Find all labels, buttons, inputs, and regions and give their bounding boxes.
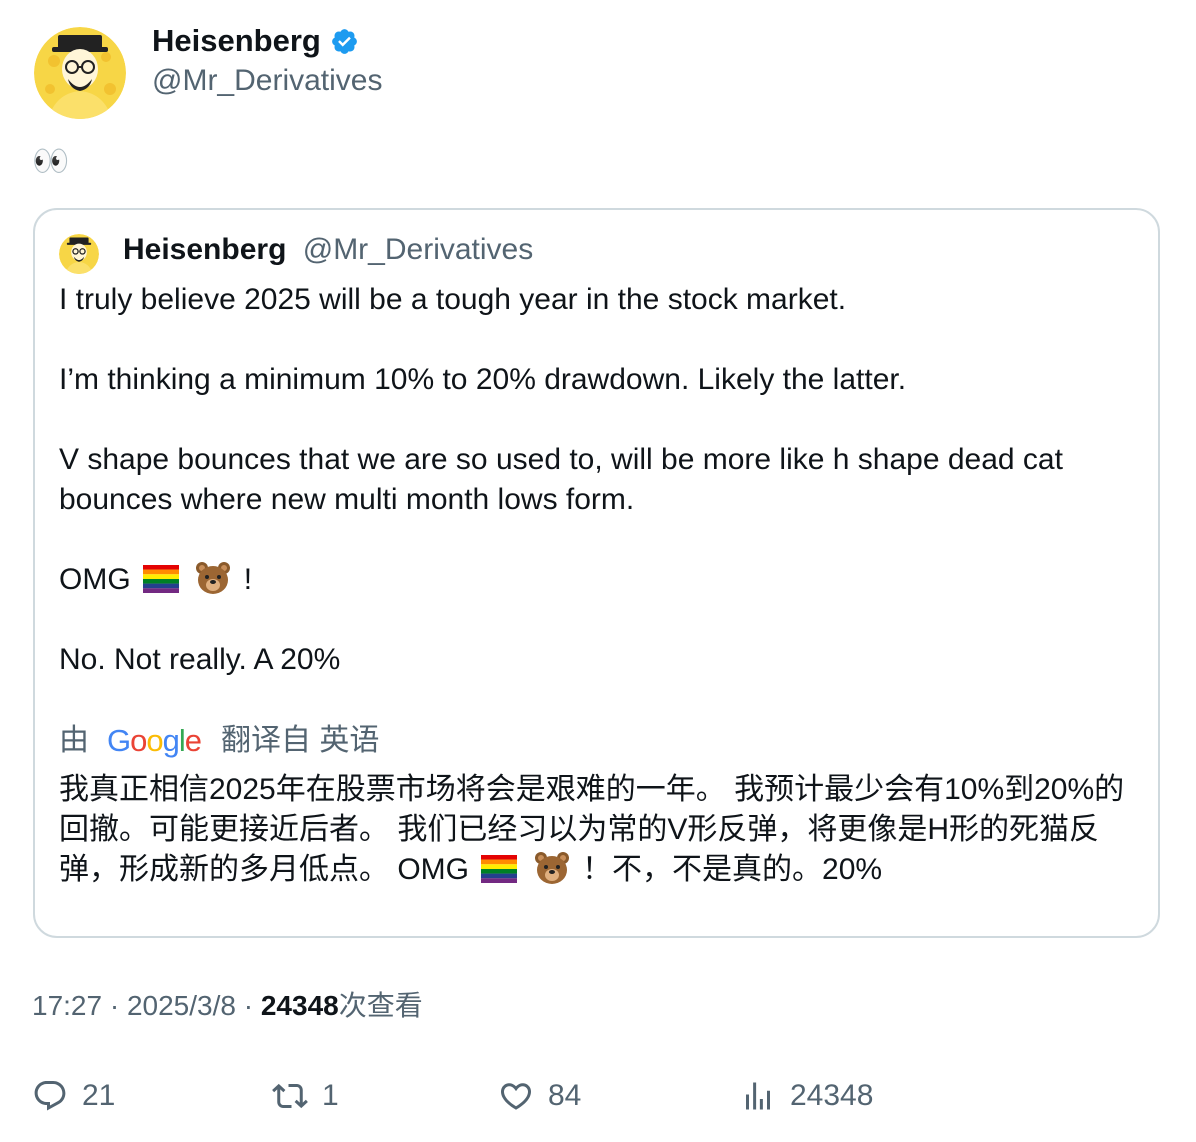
retweet-button[interactable]: 1 bbox=[272, 1072, 339, 1120]
meta-separator: · bbox=[109, 990, 120, 1021]
omg-text: OMG bbox=[59, 563, 131, 596]
reply-count: 21 bbox=[82, 1079, 116, 1112]
heisenberg-avatar-image bbox=[59, 234, 99, 274]
google-logo-icon: Google bbox=[107, 723, 202, 758]
verified-badge-icon bbox=[331, 28, 357, 54]
translation-attribution[interactable]: 由 Google 翻译自 英语 bbox=[59, 721, 379, 761]
rainbow-flag-icon bbox=[481, 855, 518, 883]
tweet-date[interactable]: 2025/3/8 bbox=[127, 990, 236, 1021]
author-handle[interactable]: @Mr_Derivatives bbox=[152, 62, 383, 100]
quoted-paragraph-omg: OMG ! bbox=[59, 560, 1144, 600]
quoted-paragraph: No. Not really. A 20% bbox=[59, 643, 341, 676]
translation-suffix: 翻译自 英语 bbox=[221, 724, 380, 757]
bar-chart-icon bbox=[746, 1082, 770, 1110]
rainbow-flag-icon bbox=[143, 565, 180, 593]
exclamation-text: ! bbox=[243, 563, 253, 596]
bear-face-icon bbox=[196, 562, 231, 594]
tweet-time[interactable]: 17:27 bbox=[32, 990, 102, 1021]
views-label: 次查看 bbox=[338, 990, 423, 1021]
quoted-paragraph: V shape bounces that we are so used to, … bbox=[59, 443, 1063, 516]
action-bar: 21 1 84 24348 bbox=[32, 1072, 1162, 1120]
reply-button[interactable]: 21 bbox=[32, 1072, 115, 1120]
quoted-tweet-header: Heisenberg @Mr_Derivatives bbox=[123, 230, 533, 270]
retweet-arrows-icon bbox=[272, 1083, 308, 1109]
tweet-meta: 17:27 · 2025/3/8 · 24348次查看 bbox=[32, 986, 423, 1026]
author-avatar[interactable] bbox=[34, 27, 126, 119]
meta-separator: · bbox=[243, 990, 254, 1021]
eyes-emoji: 👀 bbox=[32, 145, 70, 178]
quoted-author-avatar bbox=[59, 234, 99, 274]
quoted-tweet-card[interactable]: Heisenberg @Mr_Derivatives I truly belie… bbox=[33, 208, 1160, 938]
author-display-name[interactable]: Heisenberg bbox=[152, 22, 321, 60]
views-action-count: 24348 bbox=[790, 1079, 874, 1112]
quoted-paragraph: I truly believe 2025 will be a tough yea… bbox=[59, 283, 847, 316]
speech-bubble-icon bbox=[34, 1081, 66, 1111]
bear-face-icon bbox=[534, 852, 569, 884]
retweet-count: 1 bbox=[322, 1079, 339, 1112]
quoted-tweet-body: I truly believe 2025 will be a tough yea… bbox=[59, 280, 1144, 680]
tweet-text: 👀 bbox=[32, 140, 69, 184]
translation-prefix: 由 bbox=[59, 724, 89, 757]
views-button[interactable]: 24348 bbox=[740, 1072, 873, 1120]
heisenberg-avatar-image bbox=[34, 27, 126, 119]
views-count: 24348 bbox=[260, 990, 339, 1021]
author-display-name-row[interactable]: Heisenberg bbox=[152, 22, 359, 60]
translated-text: 我真正相信2025年在股票市场将会是艰难的一年。 我预计最少会有10%到20%的… bbox=[59, 770, 1149, 890]
like-button[interactable]: 84 bbox=[498, 1072, 581, 1120]
translated-text-part2: ！不，不是真的。20% bbox=[582, 853, 883, 886]
quoted-author-name: Heisenberg bbox=[123, 233, 287, 266]
like-count: 84 bbox=[548, 1079, 582, 1112]
quoted-author-handle: @Mr_Derivatives bbox=[302, 233, 534, 266]
quoted-paragraph: I’m thinking a minimum 10% to 20% drawdo… bbox=[59, 363, 907, 396]
heart-icon bbox=[500, 1083, 532, 1110]
